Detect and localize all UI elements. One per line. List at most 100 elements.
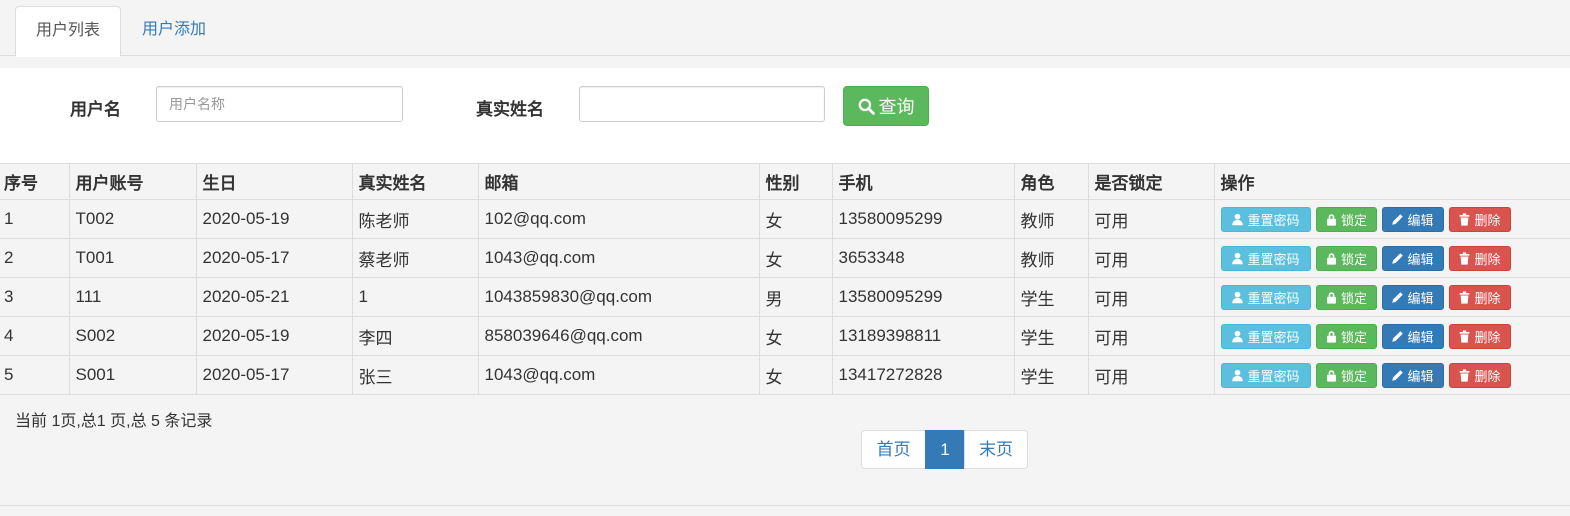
- edit-label: 编辑: [1407, 329, 1434, 345]
- delete-button[interactable]: 删除: [1448, 245, 1511, 271]
- cell-birthday: 2020-05-17: [195, 355, 353, 395]
- current-page-button[interactable]: 1: [925, 430, 965, 469]
- edit-button[interactable]: 编辑: [1381, 245, 1444, 271]
- delete-button[interactable]: 删除: [1448, 284, 1511, 310]
- lock-button[interactable]: 锁定: [1315, 284, 1377, 310]
- cell-account: 111: [68, 277, 197, 317]
- edit-button[interactable]: 编辑: [1381, 206, 1444, 232]
- cell-birthday: 2020-05-21: [195, 277, 353, 317]
- cell-actions: 重置密码 锁定 编辑 删除: [1213, 355, 1570, 395]
- first-page-button[interactable]: 首页: [861, 430, 926, 469]
- cell-gender: 女: [758, 199, 833, 239]
- tab-bar: 用户列表 用户添加: [0, 0, 1570, 57]
- lock-icon: [1327, 330, 1336, 343]
- lock-icon: [1327, 213, 1336, 226]
- col-header-locked: 是否锁定: [1087, 163, 1215, 200]
- lock-button[interactable]: 锁定: [1315, 362, 1377, 388]
- edit-label: 编辑: [1407, 290, 1434, 306]
- tab-user-list[interactable]: 用户列表: [15, 6, 121, 57]
- cell-email: 1043859830@qq.com: [477, 277, 760, 317]
- lock-button[interactable]: 锁定: [1315, 206, 1377, 232]
- reset-password-button[interactable]: 重置密码: [1220, 245, 1311, 271]
- search-icon: [858, 98, 875, 115]
- cell-locked: 可用: [1087, 316, 1215, 356]
- delete-label: 删除: [1474, 329, 1501, 345]
- reset-password-button[interactable]: 重置密码: [1220, 284, 1311, 310]
- cell-account: S002: [68, 316, 197, 356]
- cell-email: 858039646@qq.com: [477, 316, 760, 356]
- cell-realname: 李四: [351, 316, 479, 356]
- pencil-icon: [1392, 330, 1404, 342]
- col-header-gender: 性别: [758, 163, 833, 200]
- pencil-icon: [1392, 252, 1404, 264]
- user-icon: [1232, 369, 1244, 381]
- lock-label: 锁定: [1340, 212, 1367, 228]
- pencil-icon: [1392, 291, 1404, 303]
- table-row: 3 111 2020-05-21 1 1043859830@qq.com 男 1…: [0, 277, 1570, 317]
- cell-actions: 重置密码 锁定 编辑 删除: [1213, 238, 1570, 278]
- cell-birthday: 2020-05-19: [195, 199, 353, 239]
- bottom-divider: [0, 505, 1570, 506]
- query-button-label: 查询: [878, 97, 915, 117]
- delete-button[interactable]: 删除: [1448, 206, 1511, 232]
- delete-button[interactable]: 删除: [1448, 323, 1511, 349]
- lock-button[interactable]: 锁定: [1315, 323, 1377, 349]
- trash-icon: [1460, 368, 1470, 382]
- cell-gender: 女: [758, 355, 833, 395]
- reset-password-label: 重置密码: [1247, 329, 1300, 345]
- trash-icon: [1460, 212, 1470, 226]
- reset-password-label: 重置密码: [1247, 368, 1300, 384]
- col-header-no: 序号: [0, 163, 70, 200]
- trash-icon: [1460, 290, 1470, 304]
- reset-password-button[interactable]: 重置密码: [1220, 323, 1311, 349]
- edit-button[interactable]: 编辑: [1381, 362, 1444, 388]
- query-button[interactable]: 查询: [843, 86, 929, 126]
- cell-account: S001: [68, 355, 197, 395]
- cell-locked: 可用: [1087, 238, 1215, 278]
- search-panel: 用户名 真实姓名 查询: [0, 68, 1570, 164]
- cell-realname: 张三: [351, 355, 479, 395]
- tab-user-add[interactable]: 用户添加: [124, 6, 224, 56]
- cell-email: 1043@qq.com: [477, 238, 760, 278]
- cell-gender: 女: [758, 238, 833, 278]
- cell-no: 4: [0, 316, 70, 356]
- delete-label: 删除: [1474, 290, 1501, 306]
- cell-email: 1043@qq.com: [477, 355, 760, 395]
- col-header-realname: 真实姓名: [351, 163, 479, 200]
- username-input[interactable]: [156, 86, 403, 122]
- reset-password-label: 重置密码: [1247, 212, 1300, 228]
- realname-input[interactable]: [579, 86, 825, 122]
- last-page-button[interactable]: 末页: [964, 430, 1028, 469]
- lock-icon: [1327, 291, 1336, 304]
- cell-no: 2: [0, 238, 70, 278]
- col-header-phone: 手机: [831, 163, 1015, 200]
- trash-icon: [1460, 251, 1470, 265]
- cell-phone: 13580095299: [831, 199, 1015, 239]
- delete-button[interactable]: 删除: [1448, 362, 1511, 388]
- cell-birthday: 2020-05-17: [195, 238, 353, 278]
- reset-password-button[interactable]: 重置密码: [1220, 206, 1311, 232]
- cell-role: 学生: [1013, 355, 1089, 395]
- edit-label: 编辑: [1407, 251, 1434, 267]
- cell-role: 学生: [1013, 277, 1089, 317]
- cell-realname: 陈老师: [351, 199, 479, 239]
- edit-button[interactable]: 编辑: [1381, 323, 1444, 349]
- col-header-actions: 操作: [1213, 163, 1570, 200]
- cell-role: 学生: [1013, 316, 1089, 356]
- delete-label: 删除: [1474, 212, 1501, 228]
- edit-button[interactable]: 编辑: [1381, 284, 1444, 310]
- realname-label: 真实姓名: [476, 100, 544, 119]
- reset-password-button[interactable]: 重置密码: [1220, 362, 1311, 388]
- lock-icon: [1327, 369, 1336, 382]
- cell-account: T001: [68, 238, 197, 278]
- delete-label: 删除: [1474, 368, 1501, 384]
- user-icon: [1232, 252, 1244, 264]
- pagination-summary: 当前 1页,总1 页,总 5 条记录: [15, 413, 213, 430]
- cell-no: 3: [0, 277, 70, 317]
- user-icon: [1232, 330, 1244, 342]
- lock-button[interactable]: 锁定: [1315, 245, 1377, 271]
- cell-actions: 重置密码 锁定 编辑 删除: [1213, 316, 1570, 356]
- pencil-icon: [1392, 369, 1404, 381]
- pagination: 首页 1 末页: [861, 430, 1028, 469]
- trash-icon: [1460, 329, 1470, 343]
